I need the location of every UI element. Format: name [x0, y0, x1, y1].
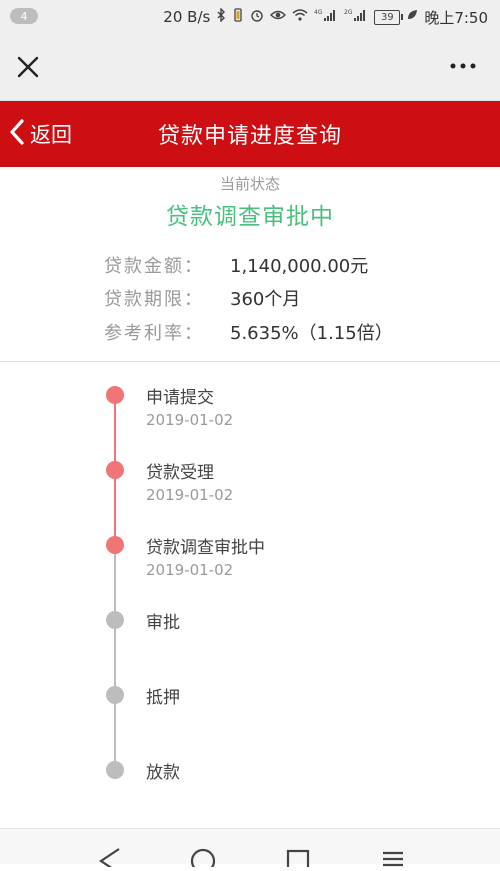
timeline-dot-done: [106, 536, 124, 554]
timeline-step-title: 放款: [146, 763, 180, 783]
loan-amount-value: 1,140,000.00元: [230, 256, 369, 277]
clock: 晚上7:50: [424, 8, 488, 27]
section-divider: [0, 361, 500, 362]
timeline-step-title: 贷款受理: [146, 463, 214, 483]
svg-text:2G: 2G: [344, 9, 353, 16]
timeline-step-date: 2019-01-02: [146, 486, 234, 504]
loan-amount-row: 贷款金额： 1,140,000.00元: [104, 250, 368, 280]
loan-amount-label: 贷款金额：: [104, 256, 204, 277]
current-status-value: 贷款调查审批中: [166, 204, 334, 230]
timeline-step-title: 贷款调查审批中: [146, 538, 265, 558]
interest-rate-label: 参考利率：: [104, 323, 204, 344]
page-title: 贷款申请进度查询: [157, 124, 342, 149]
timeline-step-title: 申请提交: [146, 388, 214, 408]
alarm-icon: [250, 8, 264, 26]
page-header: 贷款申请进度查询 返回: [0, 101, 500, 167]
status-bar: 4 20 B/s 4G 2G 39 晚上7:50: [0, 0, 500, 34]
timeline-step-title: 审批: [146, 613, 180, 633]
battery-icon: 39: [374, 9, 404, 25]
close-icon[interactable]: [16, 55, 40, 79]
current-status-label: 当前状态: [219, 175, 280, 193]
timeline-step-date: 2019-01-02: [146, 561, 234, 579]
interest-rate-row: 参考利率： 5.635%（1.15倍）: [104, 317, 393, 347]
svg-text:4G: 4G: [314, 9, 323, 16]
chevron-left-icon: [10, 118, 24, 150]
timeline-dot-pending: [106, 761, 124, 779]
timeline-step-title: 抵押: [146, 688, 180, 708]
network-speed: 20 B/s: [163, 8, 211, 26]
timeline-step-date: 2019-01-02: [146, 411, 234, 429]
eye-comfort-icon: [270, 9, 287, 25]
webview-toolbar: [0, 34, 500, 101]
timeline-dot-pending: [106, 611, 124, 629]
triangle-back-icon[interactable]: [95, 847, 125, 871]
bluetooth-icon: [216, 7, 226, 26]
status-indicators: 20 B/s 4G 2G 39 晚上7:50: [163, 0, 488, 34]
notification-count-badge: 4: [10, 8, 38, 24]
timeline-dot-done: [106, 461, 124, 479]
leaf-icon: [406, 9, 418, 25]
more-icon[interactable]: [448, 56, 478, 76]
wifi-icon: [292, 9, 308, 25]
circle-home-icon[interactable]: [188, 847, 218, 871]
timeline-dot-pending: [106, 686, 124, 704]
loan-term-row: 贷款期限： 360个月: [104, 283, 300, 313]
timeline-line-pending: [114, 545, 116, 770]
signal-strength-icon: 4G: [314, 8, 338, 26]
menu-icon[interactable]: [378, 847, 408, 867]
loan-term-label: 贷款期限：: [104, 289, 204, 310]
signal-strength-icon: 2G: [344, 8, 368, 26]
square-recents-icon[interactable]: [283, 847, 313, 871]
interest-rate-value: 5.635%（1.15倍）: [230, 323, 393, 344]
back-label: 返回: [30, 123, 72, 147]
back-button[interactable]: 返回: [10, 101, 72, 167]
loan-term-value: 360个月: [230, 289, 301, 310]
vibrate-icon: [232, 8, 244, 26]
system-navigation-bar: [0, 828, 500, 871]
timeline-dot-done: [106, 386, 124, 404]
